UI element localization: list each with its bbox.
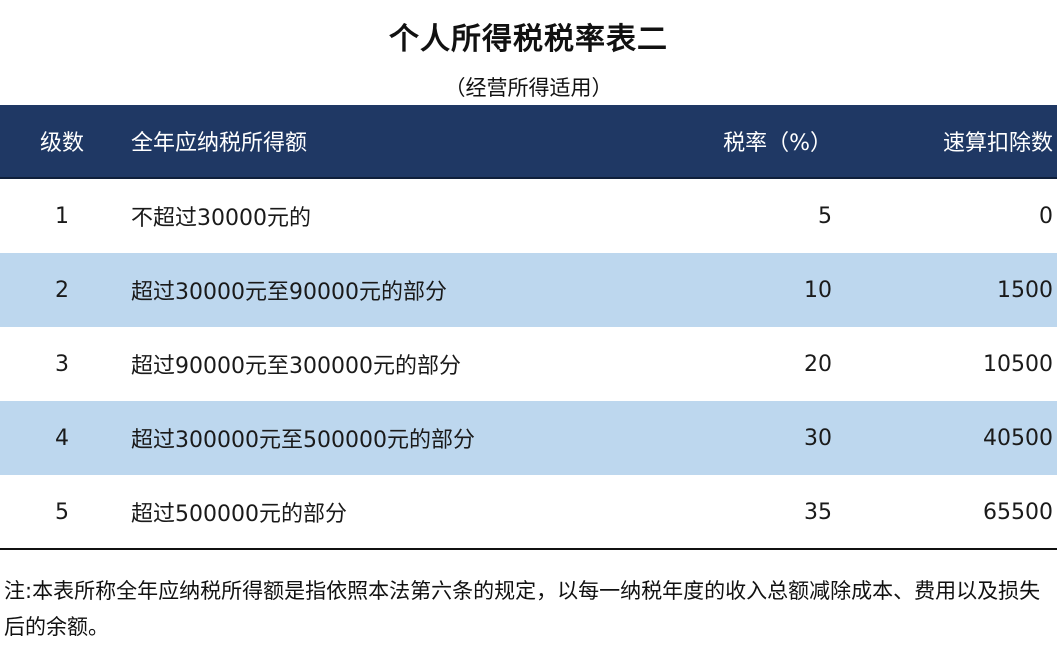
cell-level: 2 [55,277,69,303]
table-row: 5 超过500000元的部分 35 65500 [0,475,1057,549]
cell-rate: 30 [804,425,832,451]
cell-level: 1 [55,203,69,229]
cell-rate: 10 [804,277,832,303]
cell-level: 4 [55,425,69,451]
header-deduction: 速算扣除数 [942,131,1053,156]
cell-level: 3 [55,351,69,377]
table-row: 3 超过90000元至300000元的部分 20 10500 [0,327,1057,401]
page-title: 个人所得税税率表二 [389,22,668,57]
header-level: 级数 [39,131,84,156]
cell-deduction: 0 [1039,203,1053,229]
tax-rate-table: 级数 全年应纳税所得额 税率（%） 速算扣除数 1 不超过30000元的 5 0… [0,105,1057,549]
table-bottom-rule [0,548,1057,550]
cell-deduction: 65500 [983,499,1053,525]
page-subtitle: （经营所得适用） [444,76,613,100]
cell-deduction: 40500 [983,425,1053,451]
cell-deduction: 1500 [997,277,1053,303]
footnote: 注:本表所称全年应纳税所得额是指依照本法第六条的规定，以每一纳税年度的收入总额减… [4,579,1041,639]
table-header-row: 级数 全年应纳税所得额 税率（%） 速算扣除数 [0,105,1057,179]
header-rate: 税率（%） [723,131,832,156]
cell-rate: 35 [804,499,832,525]
cell-deduction: 10500 [983,351,1053,377]
cell-rate: 5 [818,203,832,229]
table-row: 2 超过30000元至90000元的部分 10 1500 [0,253,1057,327]
cell-level: 5 [55,499,69,525]
table-row: 1 不超过30000元的 5 0 [0,179,1057,253]
table-row: 4 超过300000元至500000元的部分 30 40500 [0,401,1057,475]
cell-rate: 20 [804,351,832,377]
